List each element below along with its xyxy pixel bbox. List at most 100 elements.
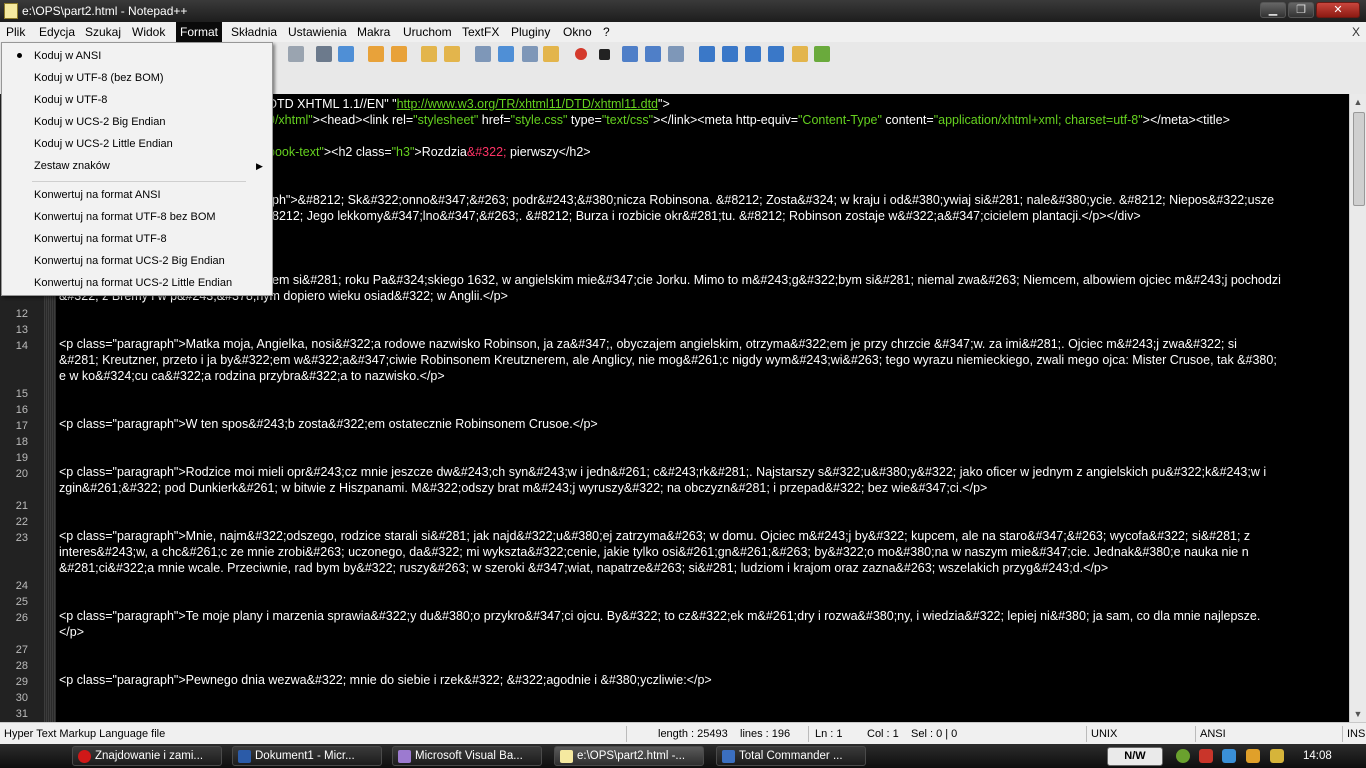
tray-dropbox-icon[interactable] [1222, 749, 1236, 763]
menu-item-konwertuj-ansi[interactable]: Konwertuj na format ANSI [34, 189, 161, 201]
opera-icon [78, 750, 91, 763]
title-bar: e:\OPS\part2.html - Notepad++ ▁ ❐ ✕ [0, 0, 1366, 22]
tray-antivirus-icon[interactable] [1199, 749, 1213, 763]
menu-szukaj[interactable]: Szukaj [85, 25, 121, 39]
record-macro-icon[interactable] [575, 48, 587, 60]
textfx-icon[interactable] [699, 46, 715, 62]
taskbar-item-label: Dokument1 - Micr... [255, 750, 355, 762]
code-line: </p> [59, 625, 85, 639]
menu-item-konwertuj-utf8-bez-bom[interactable]: Konwertuj na format UTF-8 bez BOM [34, 211, 216, 223]
arrow-up-icon[interactable] [722, 46, 738, 62]
code-line: &#281;ci&#322;a mnie wcale. Przeciwnie, … [59, 561, 1109, 575]
start-button[interactable] [6, 746, 60, 766]
taskbar-item-active[interactable]: e:\OPS\part2.html -... [554, 746, 704, 766]
code-line: zgin&#261;&#322; pod Dunkierk&#261; w bi… [59, 481, 988, 495]
play-icon[interactable] [768, 46, 784, 62]
line-number: 15 [15, 388, 28, 400]
zoom-in-icon[interactable] [368, 46, 384, 62]
menu-help[interactable]: ? [603, 25, 610, 39]
sync-horizontal-icon[interactable] [444, 46, 460, 62]
sync-vertical-icon[interactable] [421, 46, 437, 62]
menu-item-koduj-utf8-bez-bom[interactable]: Koduj w UTF-8 (bez BOM) [34, 72, 164, 84]
menu-okno[interactable]: Okno [563, 25, 592, 39]
scrollbar-thumb[interactable] [1353, 112, 1365, 206]
doctype-end: "> [658, 97, 670, 111]
notepad-app-icon[interactable] [4, 3, 18, 19]
redo-icon[interactable] [288, 46, 304, 62]
arrow-down-icon[interactable] [745, 46, 761, 62]
clock[interactable]: 14:08 [1303, 750, 1332, 762]
scroll-up-arrow-icon[interactable]: ▲ [1350, 94, 1366, 110]
taskbar-item-label: Microsoft Visual Ba... [415, 750, 523, 762]
run-macro-multiple-icon[interactable] [645, 46, 661, 62]
line-number: 12 [15, 308, 28, 320]
menu-pluginy[interactable]: Pluginy [511, 25, 550, 39]
code-line: 8212; Jego lekkomy&#347;lno&#347;&#263;.… [272, 209, 1141, 223]
code-token: >Rozdzia [414, 145, 467, 159]
word-wrap-icon[interactable] [475, 46, 491, 62]
menu-ustawienia[interactable]: Ustawienia [288, 25, 347, 39]
status-filetype: Hyper Text Markup Language file [4, 728, 166, 740]
menu-item-konwertuj-ucs2-le[interactable]: Konwertuj na format UCS-2 Little Endian [34, 277, 232, 289]
language-indicator[interactable]: N/W [1107, 747, 1163, 766]
tray-power-icon[interactable] [1270, 749, 1284, 763]
taskbar-item-label: Total Commander ... [739, 750, 843, 762]
maximize-button[interactable]: ❐ [1288, 2, 1314, 18]
replace-icon[interactable] [338, 46, 354, 62]
menu-bar: Plik Edycja Szukaj Widok Format Składnia… [0, 22, 1366, 43]
menu-makra[interactable]: Makra [357, 25, 390, 39]
zoom-out-icon[interactable] [391, 46, 407, 62]
stop-macro-icon[interactable] [599, 49, 610, 60]
code-token: ><h2 class= [323, 145, 392, 159]
line-number: 19 [15, 452, 28, 464]
minimize-button[interactable]: ▁ [1260, 2, 1286, 18]
menu-item-koduj-ucs2-be[interactable]: Koduj w UCS-2 Big Endian [34, 116, 165, 128]
line-number: 14 [15, 340, 28, 352]
status-line: Ln : 1 [815, 728, 843, 740]
code-line: <p class="paragraph">Te moje plany i mar… [59, 609, 1261, 623]
menu-item-konwertuj-utf8[interactable]: Konwertuj na format UTF-8 [34, 233, 167, 245]
menu-textfx[interactable]: TextFX [462, 25, 499, 39]
menu-format[interactable]: Format [176, 22, 223, 42]
tray-volume-icon[interactable] [1246, 749, 1260, 763]
line-number: 27 [15, 644, 28, 656]
folder-icon[interactable] [792, 46, 808, 62]
code-line: book-text"><h2 class="h3">Rozdzia&#322; … [268, 145, 1366, 159]
taskbar-item[interactable]: Znajdowanie i zami... [72, 746, 222, 766]
scroll-down-arrow-icon[interactable]: ▼ [1350, 706, 1366, 722]
indent-guide-icon[interactable] [522, 46, 538, 62]
code-line: <p class="paragraph">Matka moja, Angielk… [59, 337, 1237, 351]
menu-item-koduj-ansi[interactable]: Koduj w ANSI [34, 50, 101, 62]
close-document-icon[interactable]: X [1352, 25, 1360, 39]
code-token: "Content-Type" [798, 113, 882, 127]
find-icon[interactable] [316, 46, 332, 62]
code-line: <p class="paragraph">Pewnego dnia wezwa&… [59, 673, 712, 687]
menu-item-konwertuj-ucs2-be[interactable]: Konwertuj na format UCS-2 Big Endian [34, 255, 225, 267]
save-macro-icon[interactable] [668, 46, 684, 62]
menu-item-koduj-ucs2-le[interactable]: Koduj w UCS-2 Little Endian [34, 138, 173, 150]
menu-plik[interactable]: Plik [6, 25, 25, 39]
tray-network-icon[interactable] [1176, 749, 1190, 763]
show-all-chars-icon[interactable] [498, 46, 514, 62]
menu-item-zestaw-znakow[interactable]: Zestaw znaków [34, 160, 110, 172]
doctype-text: DTD XHTML 1.1//EN" " [268, 97, 397, 111]
menu-uruchom[interactable]: Uruchom [403, 25, 452, 39]
doctype-url[interactable]: http://www.w3.org/TR/xhtml11/DTD/xhtml11… [397, 97, 658, 111]
line-number: 26 [15, 612, 28, 624]
close-button[interactable]: ✕ [1316, 2, 1360, 18]
vertical-scrollbar[interactable]: ▲ ▼ [1349, 94, 1366, 722]
doc-map-icon[interactable] [543, 46, 559, 62]
code-token: ><head><link rel= [312, 113, 414, 127]
code-line: &#281; Kreutzner, przeto i ja by&#322;em… [59, 353, 1277, 367]
menu-item-koduj-utf8[interactable]: Koduj w UTF-8 [34, 94, 107, 106]
taskbar-item[interactable]: Total Commander ... [716, 746, 866, 766]
menu-skladnia[interactable]: Składnia [231, 25, 277, 39]
taskbar-item[interactable]: Dokument1 - Micr... [232, 746, 382, 766]
play-macro-icon[interactable] [622, 46, 638, 62]
menu-widok[interactable]: Widok [132, 25, 165, 39]
menu-separator [32, 181, 246, 182]
code-token: "text/css" [601, 113, 654, 127]
spellcheck-icon[interactable] [814, 46, 830, 62]
taskbar-item[interactable]: Microsoft Visual Ba... [392, 746, 542, 766]
menu-edycja[interactable]: Edycja [39, 25, 75, 39]
